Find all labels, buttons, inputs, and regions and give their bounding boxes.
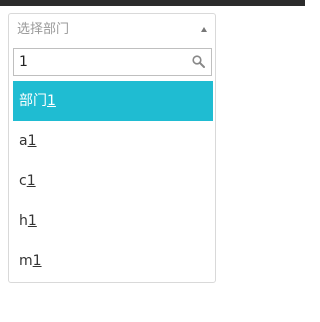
option-item[interactable]: a1 <box>13 121 213 161</box>
option-match-highlight: 1 <box>32 253 42 269</box>
options-list: 部门1 a1 c1 h1 m1 <box>13 81 213 281</box>
option-match-highlight: 1 <box>27 213 37 229</box>
option-text: 部门 <box>19 93 47 109</box>
select-header[interactable]: 选择部门 <box>9 14 215 47</box>
window-top-bar <box>0 0 305 6</box>
option-match-highlight: 1 <box>47 93 56 109</box>
option-item[interactable]: m1 <box>13 241 213 281</box>
search-box[interactable] <box>13 48 212 76</box>
option-text: m <box>19 253 33 269</box>
option-match-highlight: 1 <box>26 173 36 189</box>
select-placeholder: 选择部门 <box>17 22 70 37</box>
option-text: c <box>19 173 27 189</box>
option-item[interactable]: h1 <box>13 201 213 241</box>
search-input[interactable] <box>14 49 189 75</box>
option-item[interactable]: 部门1 <box>13 81 213 121</box>
option-text: h <box>19 213 28 229</box>
department-select[interactable]: 选择部门 部门1 a1 c1 h1 m1 <box>8 13 216 283</box>
caret-up-icon[interactable] <box>201 27 207 32</box>
option-text: a <box>19 133 28 149</box>
option-match-highlight: 1 <box>27 133 37 149</box>
search-icon <box>192 55 205 68</box>
option-item[interactable]: c1 <box>13 161 213 201</box>
